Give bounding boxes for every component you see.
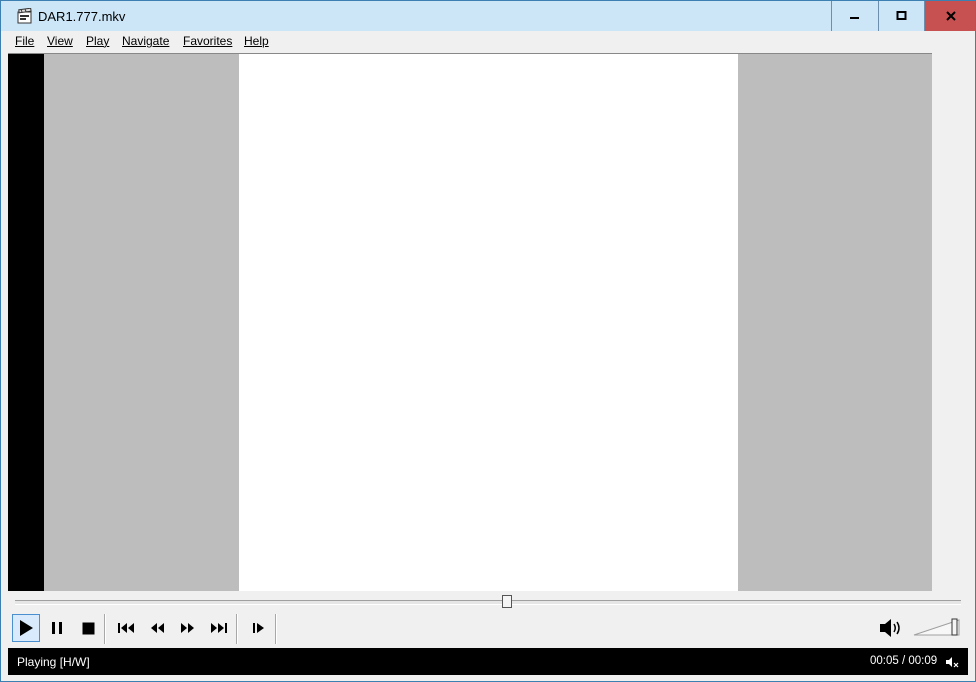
speaker-icon: [880, 619, 900, 637]
volume-thumb[interactable]: [951, 618, 958, 636]
toolbar-separator: [275, 614, 277, 644]
menu-navigate[interactable]: Navigate: [122, 34, 169, 48]
stop-button[interactable]: [74, 614, 102, 642]
volume-slider[interactable]: [913, 617, 963, 637]
minimize-button[interactable]: [831, 1, 878, 31]
close-button[interactable]: [924, 1, 975, 31]
pause-button[interactable]: [43, 614, 71, 642]
fast-forward-button[interactable]: [174, 614, 202, 642]
toolbar-separator: [236, 614, 238, 644]
video-area[interactable]: [8, 53, 932, 591]
play-icon: [20, 620, 33, 636]
frame-step-button[interactable]: [245, 614, 273, 642]
menu-file[interactable]: File: [15, 34, 34, 48]
skip-back-button[interactable]: [112, 614, 140, 642]
menu-favorites[interactable]: Favorites: [183, 34, 232, 48]
frame-step-icon: [253, 623, 264, 633]
menu-help[interactable]: Help: [244, 34, 269, 48]
pillarbox-right: [738, 54, 932, 591]
seek-thumb[interactable]: [501, 595, 512, 608]
skip-back-icon: [118, 623, 134, 633]
pause-icon: [52, 622, 62, 634]
skip-forward-icon: [211, 623, 227, 633]
video-frame: [239, 54, 738, 591]
toolbar-separator: [104, 614, 106, 644]
rewind-button[interactable]: [143, 614, 171, 642]
volume-button[interactable]: [877, 614, 905, 642]
pillarbox-left: [44, 54, 239, 591]
skip-forward-button[interactable]: [205, 614, 233, 642]
mute-icon[interactable]: [945, 655, 959, 669]
title-bar[interactable]: DAR1.777.mkv: [1, 1, 975, 31]
stop-icon: [82, 622, 94, 634]
seek-bar[interactable]: [8, 591, 968, 611]
rewind-icon: [151, 623, 164, 633]
playback-toolbar: [8, 611, 968, 646]
play-button[interactable]: [12, 614, 40, 642]
app-icon: [17, 8, 32, 24]
menu-play[interactable]: Play: [86, 34, 109, 48]
menu-view[interactable]: View: [47, 34, 73, 48]
player-window: DAR1.777.mkv File View Play Navigate Fav…: [0, 0, 976, 682]
close-icon: [945, 11, 956, 21]
menu-bar: File View Play Navigate Favorites Help: [1, 31, 975, 52]
window-title: DAR1.777.mkv: [38, 9, 126, 24]
maximize-icon: [896, 11, 907, 20]
time-display: 00:05 / 00:09: [870, 655, 938, 667]
status-bar: Playing [H/W] 00:05 / 00:09: [8, 648, 968, 675]
minimize-icon: [850, 17, 859, 19]
playback-status: Playing [H/W]: [17, 655, 90, 669]
maximize-button[interactable]: [878, 1, 925, 31]
seek-track[interactable]: [15, 600, 961, 605]
fast-forward-icon: [181, 623, 194, 633]
